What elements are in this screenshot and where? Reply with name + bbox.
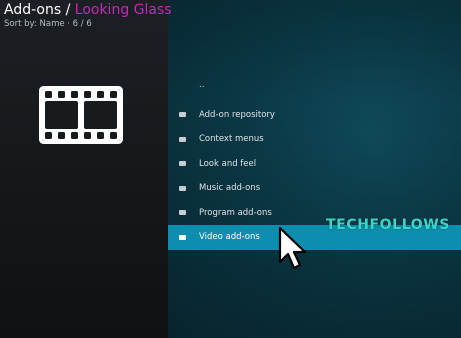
list-item-label: Add-on repository [199, 109, 275, 120]
folder-icon [179, 112, 186, 118]
parent-folder-label: .. [199, 80, 205, 90]
title-prefix: Add-ons / [4, 2, 75, 18]
list-item-label: Video add-ons [199, 232, 260, 243]
list-item-addon-repository[interactable]: Add-on repository [168, 103, 461, 128]
folder-icon [179, 161, 186, 167]
folder-icon [179, 185, 186, 191]
list-item-label: Look and feel [199, 158, 257, 169]
title-accent: Looking Glass [74, 2, 172, 18]
list-item-label: Program add-ons [199, 207, 272, 218]
list-item-parent[interactable]: .. [168, 78, 461, 103]
page-title: Add-ons / Looking Glass [4, 2, 172, 19]
list-item-look-and-feel[interactable]: Look and feel [168, 152, 461, 177]
watermark-text: TECHFOLLOWS [326, 217, 450, 233]
folder-icon [179, 210, 186, 216]
film-strip-icon [39, 86, 123, 144]
header: Add-ons / Looking Glass Sort by: Name · … [4, 2, 172, 29]
folder-icon [179, 234, 186, 240]
list-item-label: Context menus [199, 134, 264, 145]
sort-info: Sort by: Name · 6 / 6 [4, 19, 92, 29]
folder-icon [179, 136, 186, 142]
list-item-label: Music add-ons [199, 183, 261, 194]
list-item-music-addons[interactable]: Music add-ons [168, 176, 461, 201]
left-panel [0, 0, 168, 338]
list-item-context-menus[interactable]: Context menus [168, 127, 461, 152]
mouse-pointer-icon [278, 226, 307, 270]
